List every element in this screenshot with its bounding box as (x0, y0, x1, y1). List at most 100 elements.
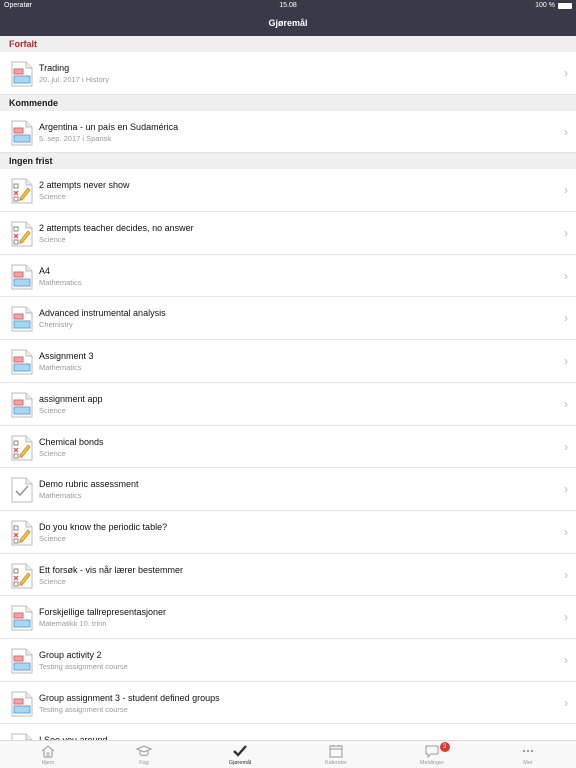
tab-graduation-cap[interactable]: Fag (96, 741, 192, 768)
tab-chat-bubble[interactable]: Meldinger 3 (384, 741, 480, 768)
tab-calendar[interactable]: Kalender (288, 741, 384, 768)
chevron-right-icon: › (564, 610, 568, 625)
list-item[interactable]: A4 Mathematics › (0, 255, 576, 298)
list-item[interactable]: Argentina - un país en Sudamérica 5. sep.… (0, 111, 576, 154)
item-title: A4 (39, 265, 51, 276)
navigation-bar: Gjøremål (0, 12, 576, 36)
document-icon (11, 264, 33, 290)
section-header-upcoming: Kommende (0, 94, 576, 111)
house-icon (40, 744, 56, 758)
item-title: Group activity 2 (39, 649, 102, 660)
notification-badge: 3 (439, 742, 450, 752)
document-icon (11, 691, 33, 717)
chevron-right-icon: › (564, 226, 568, 241)
quiz-icon (11, 178, 33, 204)
battery-status: 100 % (535, 2, 572, 9)
list-item[interactable]: Advanced instrumental analysis Chemistry › (0, 297, 576, 341)
document-icon (11, 120, 33, 146)
list-item[interactable]: Forskjellige tallrepresentasjoner Matemat… (0, 596, 576, 639)
list-item[interactable]: Do you know the periodic table? Science › (0, 511, 576, 554)
tab-label: Hjem (41, 760, 55, 766)
item-subtitle: Mathematics (39, 277, 82, 287)
chevron-right-icon: › (564, 311, 568, 326)
item-subtitle: Chemistry (39, 320, 73, 330)
item-title: Do you know the periodic table? (39, 521, 168, 532)
item-title: 2 attempts never show (39, 180, 130, 191)
document-icon (11, 306, 33, 332)
list-item[interactable]: assignment app Science › (0, 383, 576, 426)
tab-more-dots[interactable]: Mer (480, 741, 576, 768)
item-subtitle: Science (39, 405, 66, 415)
chevron-right-icon: › (564, 66, 568, 80)
item-title: Assignment 3 (39, 351, 94, 362)
list-item[interactable]: Ett forsøk - vis når lærer bestemmer Scie… (0, 554, 576, 597)
item-subtitle: Science (39, 576, 66, 586)
item-title: Demo rubric assessment (39, 479, 139, 490)
battery-icon (558, 2, 572, 9)
chevron-right-icon: › (564, 482, 568, 497)
item-title: assignment app (39, 393, 103, 404)
graduation-cap-icon (136, 744, 152, 758)
tab-checkmark[interactable]: Gjøremål (192, 741, 288, 768)
list-item[interactable]: Chemical bonds Science › (0, 426, 576, 469)
item-subtitle: 20. jul. 2017 i History (39, 75, 110, 84)
chevron-right-icon: › (564, 183, 568, 198)
upcoming-items: Argentina - un país en Sudamérica 5. sep.… (0, 111, 576, 154)
quiz-icon (11, 520, 33, 546)
item-subtitle: Matematikk 10. trinn (39, 619, 107, 629)
item-title: Group assignment 3 - student defined gro… (39, 692, 220, 703)
item-subtitle: Science (39, 192, 66, 202)
item-title: Argentina - un país en Sudamérica (39, 121, 179, 132)
battery-percentage: 100 % (535, 2, 555, 9)
item-title: Ett forsøk - vis når lærer bestemmer (39, 564, 184, 575)
chat-bubble-icon (424, 744, 440, 758)
more-dots-icon (520, 744, 536, 758)
item-subtitle: Testing assignment course (39, 704, 128, 714)
chevron-right-icon: › (564, 695, 568, 710)
list-item[interactable]: Assignment 3 Mathematics › (0, 340, 576, 383)
chevron-right-icon: › (564, 567, 568, 582)
tab-house[interactable]: Hjem (0, 741, 96, 768)
item-title: Trading (39, 63, 70, 73)
list-item[interactable]: 2 attempts teacher decides, no answer Sci… (0, 212, 576, 255)
tab-label: Meldinger (419, 760, 445, 766)
item-subtitle: Mathematics (39, 491, 82, 501)
list-item[interactable]: Trading 20. jul. 2017 i History › (0, 52, 576, 95)
document-icon (11, 605, 33, 631)
overdue-items: Trading 20. jul. 2017 i History › (0, 52, 576, 95)
chevron-right-icon: › (564, 396, 568, 411)
quiz-icon (11, 563, 33, 589)
no-deadline-items: 2 attempts never show Science › 2 attempts … (0, 169, 576, 740)
tab-bar: Hjem Fag Gjøremål Kalender Meldinger 3 Mer (0, 740, 576, 768)
item-subtitle: 5. sep. 2017 i Spansk (39, 133, 112, 143)
item-title: 2 attempts teacher decides, no answer (39, 223, 194, 234)
document-icon (11, 61, 33, 87)
list-item[interactable]: Group activity 2 Testing assignment cours… (0, 639, 576, 682)
calendar-icon (328, 744, 344, 758)
status-bar: Operatør 15.08 100 % (0, 0, 576, 12)
checkmark-icon (232, 744, 248, 758)
list-item[interactable]: 2 attempts never show Science › (0, 169, 576, 213)
section-header-no-deadline: Ingen frist (0, 153, 576, 170)
item-title: Chemical bonds (39, 436, 104, 447)
item-title: Advanced instrumental analysis (39, 308, 166, 319)
quiz-icon (11, 221, 33, 247)
list-item[interactable]: I See you around› (0, 724, 576, 740)
item-subtitle: Testing assignment course (39, 661, 128, 671)
item-title: Forskjellige tallrepresentasjoner (39, 607, 167, 618)
tab-label: Fag (139, 760, 149, 766)
document-icon (11, 349, 33, 375)
chevron-right-icon: › (564, 439, 568, 454)
chevron-right-icon: › (564, 268, 568, 283)
page-title: Gjøremål (268, 18, 308, 28)
tab-label: Kalender (324, 760, 348, 766)
chevron-right-icon: › (564, 652, 568, 667)
chevron-right-icon: › (564, 124, 568, 139)
checkmark-document-icon (11, 477, 33, 503)
document-icon (11, 648, 33, 674)
tab-label: Mer (523, 760, 533, 766)
list-item[interactable]: Group assignment 3 - student defined gro… (0, 682, 576, 725)
todo-list[interactable]: Forfalt Trading 20. jul. 2017 i History › … (0, 36, 576, 740)
item-subtitle: Science (39, 235, 66, 245)
list-item[interactable]: Demo rubric assessment Mathematics › (0, 468, 576, 511)
